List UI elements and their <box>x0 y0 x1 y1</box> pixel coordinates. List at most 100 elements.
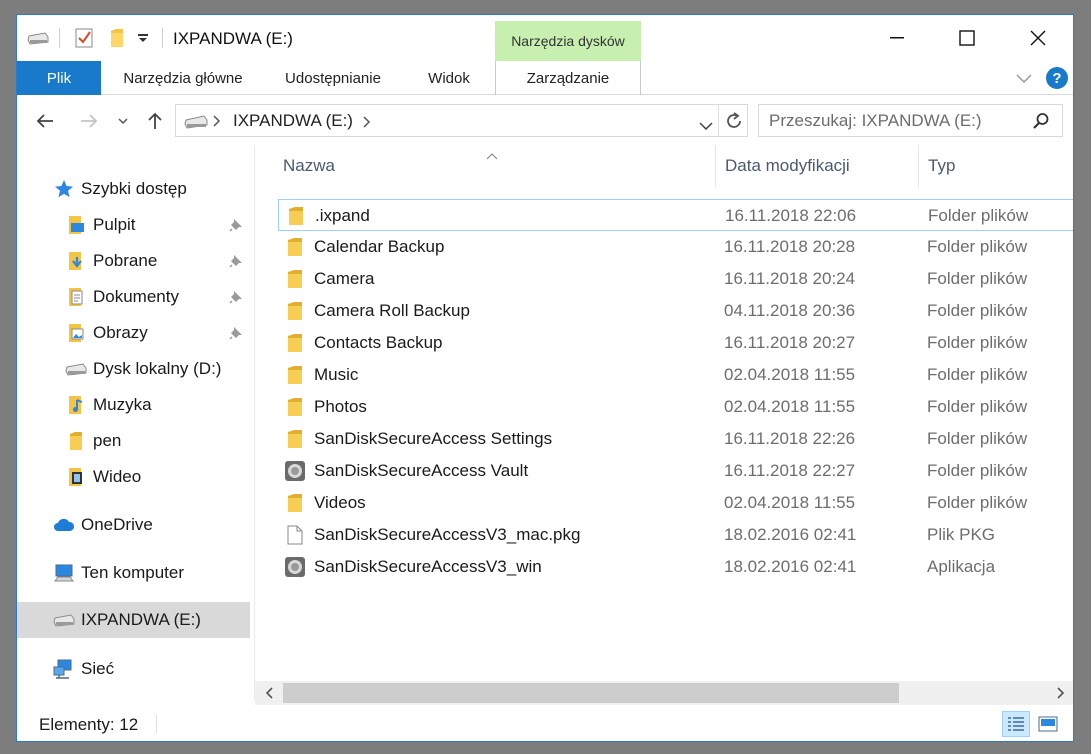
status-bar: Elementy: 12 <box>17 705 1073 741</box>
customize-toolbar-chevron-icon[interactable] <box>133 25 153 51</box>
sidebar-item-music[interactable]: Muzyka <box>65 389 152 421</box>
scroll-right-icon[interactable] <box>1049 681 1073 705</box>
sidebar-item-label: Ten komputer <box>81 563 184 582</box>
breadcrumb-chevron-icon[interactable] <box>213 114 221 132</box>
folder-icon <box>284 396 306 418</box>
sidebar-item-quick-access[interactable]: Szybki dostęp <box>53 173 187 205</box>
sidebar-item-label: Pobrane <box>93 251 158 270</box>
table-row[interactable]: Calendar Backup 16.11.2018 20:28 Folder pl… <box>278 231 1073 263</box>
address-bar[interactable]: IXPANDWA (E:) <box>175 104 748 137</box>
file-name[interactable]: Contacts Backup <box>314 333 443 353</box>
up-button[interactable] <box>143 108 167 134</box>
scroll-left-icon[interactable] <box>257 681 281 705</box>
properties-icon[interactable] <box>71 25 97 51</box>
file-name[interactable]: SanDiskSecureAccess Settings <box>314 429 552 449</box>
file-name[interactable]: Camera Roll Backup <box>314 301 470 321</box>
search-box[interactable] <box>758 104 1063 137</box>
file-name[interactable]: Music <box>314 365 358 385</box>
file-date: 18.02.2016 02:41 <box>724 525 857 544</box>
help-icon[interactable]: ? <box>1046 67 1068 89</box>
file-name[interactable]: SanDiskSecureAccessV3_win <box>314 557 542 577</box>
horizontal-scrollbar[interactable] <box>255 681 1073 705</box>
pin-icon[interactable] <box>229 290 243 304</box>
table-row[interactable]: SanDiskSecureAccessV3_mac.pkg 18.02.2016 … <box>278 519 1073 551</box>
sidebar-item-ixpandwa[interactable]: IXPANDWA (E:) <box>17 602 250 638</box>
file-name[interactable]: Camera <box>314 269 374 289</box>
tab-view[interactable]: Widok <box>411 61 487 95</box>
sidebar-item-local-disk-d[interactable]: Dysk lokalny (D:) <box>65 353 221 385</box>
tab-home[interactable]: Narzędzia główne <box>109 61 257 95</box>
file-name[interactable]: SanDiskSecureAccessV3_mac.pkg <box>314 525 580 545</box>
tab-share[interactable]: Udostępnianie <box>271 61 395 95</box>
column-header-name[interactable]: Nazwa <box>283 145 713 187</box>
file-type: Folder plików <box>927 333 1028 352</box>
file-name[interactable]: Calendar Backup <box>314 237 444 257</box>
details-view-button[interactable] <box>1002 711 1030 737</box>
sidebar-item-network[interactable]: Sieć <box>53 653 114 685</box>
sidebar-item-pictures[interactable]: Obrazy <box>65 317 148 349</box>
breadcrumb-chevron-icon[interactable] <box>363 115 371 133</box>
forward-button[interactable] <box>77 108 101 134</box>
expand-ribbon-chevron-icon[interactable] <box>1015 69 1033 87</box>
column-header-type[interactable]: Typ <box>928 145 1068 187</box>
sidebar-item-this-pc[interactable]: Ten komputer <box>53 557 184 589</box>
file-name[interactable]: Videos <box>314 493 366 513</box>
large-icons-view-icon <box>1038 716 1058 732</box>
forward-arrow-icon <box>81 114 98 128</box>
search-input[interactable] <box>769 110 1024 132</box>
search-icon[interactable] <box>1032 112 1050 135</box>
table-row[interactable]: Camera 16.11.2018 20:24 Folder plików <box>278 263 1073 295</box>
close-button[interactable] <box>1003 15 1073 61</box>
minimize-icon <box>890 37 904 39</box>
sidebar-item-downloads[interactable]: Pobrane <box>65 245 157 277</box>
tab-manage[interactable]: Zarządzanie <box>495 61 641 95</box>
file-name[interactable]: SanDiskSecureAccess Vault <box>314 461 528 481</box>
drive-icon[interactable] <box>25 25 51 51</box>
file-date: 02.04.2018 11:55 <box>724 365 856 384</box>
file-type: Folder plików <box>927 301 1028 320</box>
item-count: Elementy: 12 <box>39 715 139 734</box>
sidebar-item-videos[interactable]: Wideo <box>65 461 141 493</box>
documents-folder-icon <box>65 286 87 308</box>
maximize-button[interactable] <box>932 15 1002 61</box>
minimize-button[interactable] <box>862 15 932 61</box>
tab-file[interactable]: Plik <box>17 61 101 95</box>
table-row[interactable]: SanDiskSecureAccess Vault 16.11.2018 22:2… <box>278 455 1073 487</box>
table-row[interactable]: Contacts Backup 16.11.2018 20:27 Folder pl… <box>278 327 1073 359</box>
sidebar-item-documents[interactable]: Dokumenty <box>65 281 179 313</box>
table-row[interactable]: Camera Roll Backup 04.11.2018 20:36 Folder… <box>278 295 1073 327</box>
folder-icon <box>284 236 306 258</box>
pin-icon[interactable] <box>229 326 243 340</box>
usb-drive-icon <box>184 114 208 134</box>
sidebar-item-pen[interactable]: pen <box>65 425 121 457</box>
file-name[interactable]: Photos <box>314 397 367 417</box>
table-row[interactable]: .ixpand 16.11.2018 22:06 Folder plików <box>278 199 1073 231</box>
sidebar-item-onedrive[interactable]: OneDrive <box>53 509 153 541</box>
large-icons-view-button[interactable] <box>1034 711 1062 737</box>
back-button[interactable] <box>33 108 57 134</box>
breadcrumb-current[interactable]: IXPANDWA (E:) <box>233 111 353 131</box>
table-row[interactable]: SanDiskSecureAccess Settings 16.11.2018 2… <box>278 423 1073 455</box>
sidebar-item-label: pen <box>93 431 122 450</box>
sidebar-item-label: Sieć <box>81 659 115 678</box>
table-row[interactable]: Music 02.04.2018 11:55 Folder plików <box>278 359 1073 391</box>
pin-icon[interactable] <box>229 218 243 232</box>
new-folder-icon[interactable] <box>105 25 129 51</box>
pin-icon[interactable] <box>229 254 243 268</box>
sidebar-item-desktop[interactable]: Pulpit <box>65 209 136 241</box>
sidebar-item-label: Szybki dostęp <box>81 179 187 198</box>
recent-locations-button[interactable] <box>115 108 131 134</box>
table-row[interactable]: Videos 02.04.2018 11:55 Folder plików <box>278 487 1073 519</box>
column-header-date[interactable]: Data modyfikacji <box>725 145 915 187</box>
scrollbar-thumb[interactable] <box>283 683 899 703</box>
folder-icon <box>284 268 306 290</box>
star-icon <box>53 178 75 200</box>
table-row[interactable]: SanDiskSecureAccessV3_win 18.02.2016 02:4… <box>278 551 1073 583</box>
network-icon <box>53 658 75 680</box>
computer-icon <box>53 562 75 584</box>
onedrive-icon <box>53 514 75 536</box>
refresh-icon[interactable] <box>725 111 743 136</box>
file-name[interactable]: .ixpand <box>315 206 370 226</box>
table-row[interactable]: Photos 02.04.2018 11:55 Folder plików <box>278 391 1073 423</box>
address-history-chevron-icon[interactable] <box>699 117 713 135</box>
